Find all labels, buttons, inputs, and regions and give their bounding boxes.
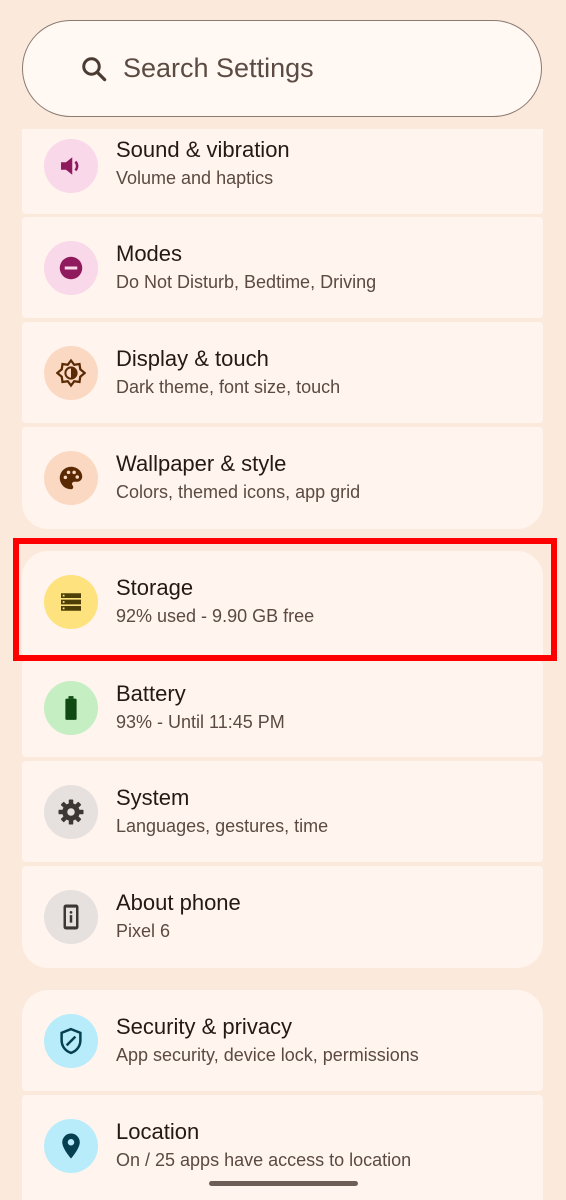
item-title: Wallpaper & style [116,451,287,476]
settings-item-security[interactable]: Security & privacy App security, device … [22,990,543,1091]
item-subtitle: Colors, themed icons, app grid [116,482,361,502]
search-bar[interactable]: Search Settings [22,20,542,117]
settings-item-modes[interactable]: Modes Do Not Disturb, Bedtime, Driving [22,217,543,318]
settings-item-system[interactable]: System Languages, gestures, time [22,761,543,862]
phone-info-icon [63,904,79,930]
settings-item-display[interactable]: Display & touch Dark theme, font size, t… [22,322,543,423]
item-title: Battery [116,681,186,706]
item-subtitle: Dark theme, font size, touch [116,377,341,397]
settings-item-wallpaper[interactable]: Wallpaper & style Colors, themed icons, … [22,427,543,529]
item-subtitle: 92% used - 9.90 GB free [116,606,315,626]
search-placeholder: Search Settings [123,53,314,83]
storage-badge [44,575,98,629]
storage-icon [61,593,81,611]
settings-item-about[interactable]: About phone Pixel 6 [22,866,543,968]
item-subtitle: Languages, gestures, time [116,816,329,836]
battery-badge [44,681,98,735]
shield-icon [60,1027,82,1055]
item-subtitle: Do Not Disturb, Bedtime, Driving [116,272,377,292]
item-subtitle: Volume and haptics [116,168,274,188]
battery-icon [65,696,77,720]
settings-item-battery[interactable]: Battery 93% - Until 11:45 PM [22,661,543,757]
item-subtitle: On / 25 apps have access to location [116,1150,412,1170]
item-title: Storage [116,575,194,600]
location-pin-icon [62,1133,80,1159]
about-badge [44,890,98,944]
gear-icon [58,799,84,825]
display-badge [44,346,98,400]
system-badge [44,785,98,839]
item-subtitle: 93% - Until 11:45 PM [116,712,285,732]
item-title: Display & touch [116,346,269,371]
search-icon [82,56,107,81]
item-title: Security & privacy [116,1014,293,1039]
palette-icon [59,466,83,490]
modes-badge [44,241,98,295]
do-not-disturb-icon [59,256,83,280]
settings-item-storage[interactable]: Storage 92% used - 9.90 GB free [22,551,543,657]
security-badge [44,1014,98,1068]
volume-icon [61,157,79,175]
item-subtitle: App security, device lock, permissions [116,1045,419,1065]
gesture-nav-handle[interactable] [209,1181,358,1186]
location-badge [44,1119,98,1173]
item-title: Modes [116,241,183,266]
sound-badge [44,139,98,193]
item-title: Location [116,1119,200,1144]
item-title: System [116,785,190,810]
item-title: Sound & vibration [116,137,290,162]
item-subtitle: Pixel 6 [116,921,171,941]
item-title: About phone [116,890,241,915]
settings-item-sound[interactable]: Sound & vibration Volume and haptics [22,129,543,214]
brightness-icon [56,358,86,388]
wallpaper-badge [44,451,98,505]
